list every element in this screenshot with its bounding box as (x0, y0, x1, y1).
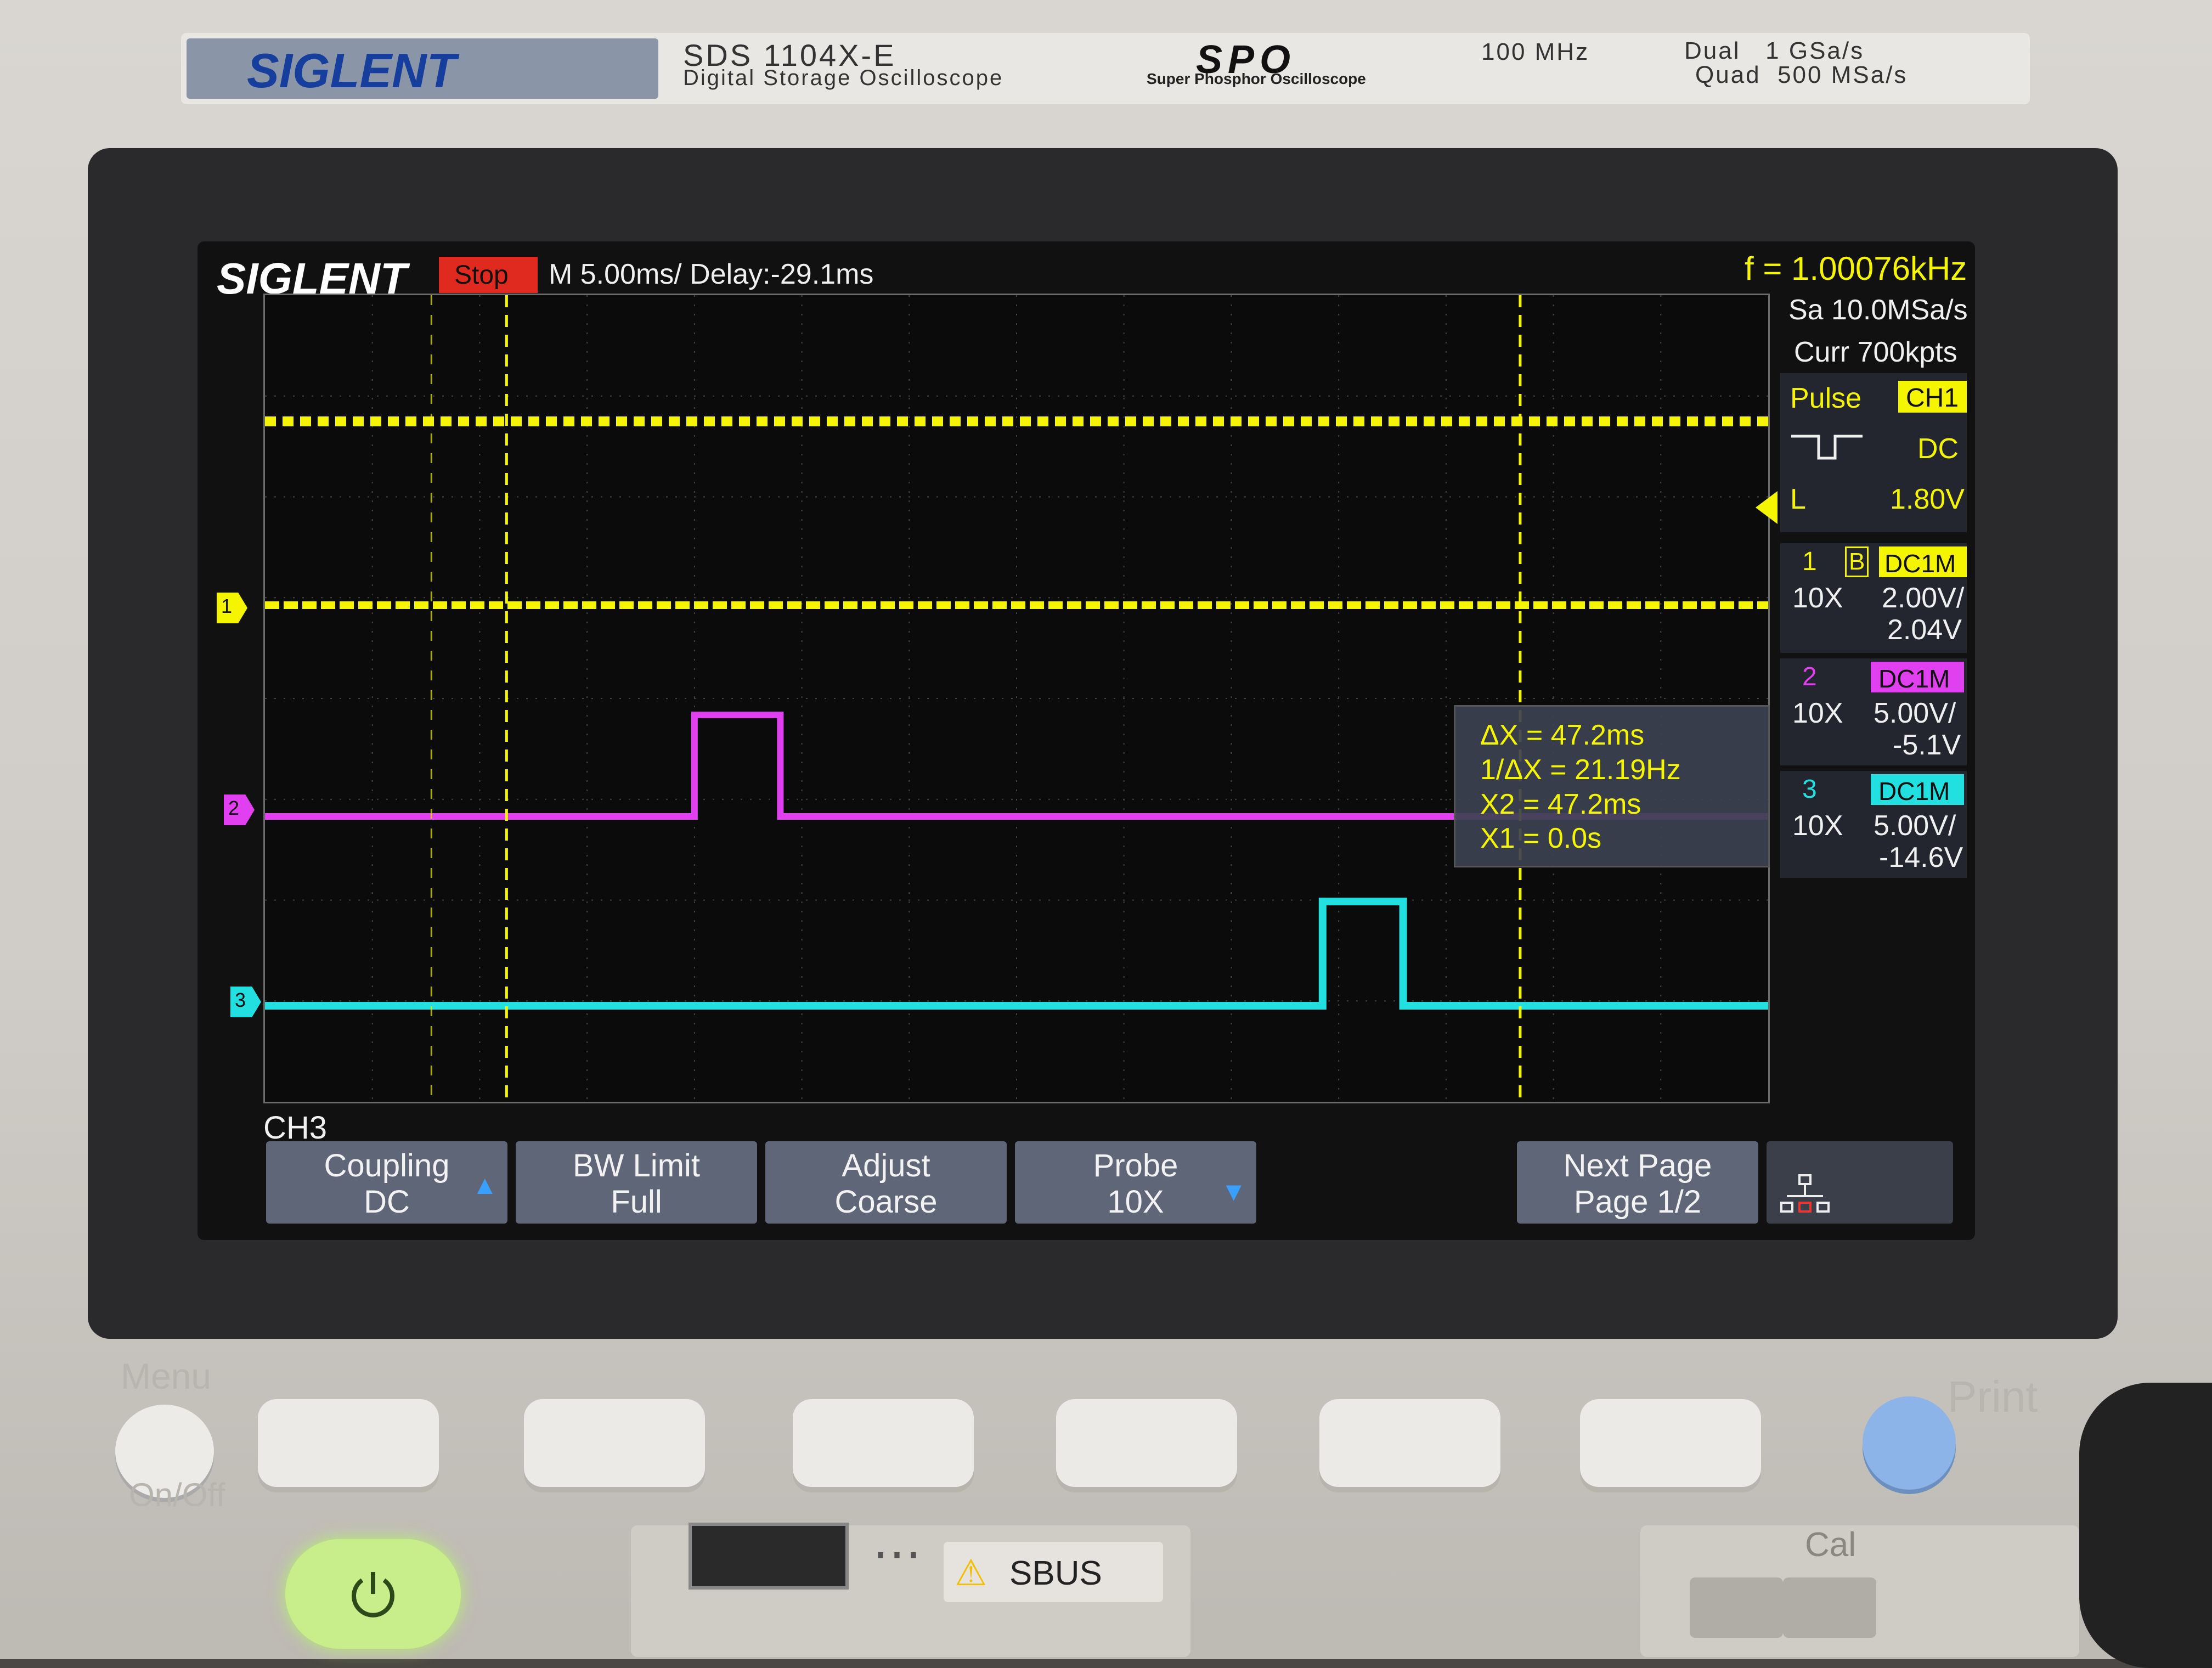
memory-depth-readout: Curr 700kpts (1794, 336, 1957, 368)
ch3-scale: 5.00V/ (1874, 810, 1956, 842)
softkey-coupling[interactable]: Coupling DC ▲ (266, 1141, 507, 1224)
softkey-button-1[interactable] (258, 1399, 439, 1487)
ch3-offset: -14.6V (1879, 842, 1963, 874)
ch1-probe: 10X (1792, 582, 1843, 614)
trigger-panel[interactable]: Pulse CH1 DC L 1.80V (1780, 373, 1967, 532)
sample-rate-quad: Quad 500 MSa/s (1695, 61, 1908, 88)
cursor-x2: X2 = 47.2ms (1480, 788, 1641, 820)
softkey-button-4[interactable] (1056, 1399, 1237, 1487)
trigger-type: Pulse (1790, 382, 1862, 414)
cursor-x1: X1 = 0.0s (1480, 822, 1602, 854)
trigger-source: CH1 (1906, 384, 1959, 413)
menu-label: Menu (121, 1356, 212, 1396)
softkey-coupling-label: Coupling (324, 1148, 450, 1184)
ch1-offset: 2.04V (1887, 614, 1962, 646)
softkey-bw-limit[interactable]: BW Limit Full (516, 1141, 757, 1224)
power-button[interactable] (285, 1539, 461, 1649)
sbus-port[interactable]: ⚠ SBUS (944, 1542, 1163, 1602)
menu-title: CH3 (263, 1110, 328, 1146)
softkey-probe-value: 10X (1107, 1184, 1164, 1220)
softkey-bw-limit-label: BW Limit (573, 1148, 700, 1184)
softkey-coupling-value: DC (364, 1184, 410, 1220)
softkey-next-page[interactable]: Next Page Page 1/2 (1517, 1141, 1758, 1224)
softkey-probe-label: Probe (1093, 1148, 1178, 1184)
adjust-knob[interactable] (2079, 1383, 2212, 1668)
arrow-down-icon: ▼ (1221, 1177, 1247, 1207)
waveform-grid (263, 294, 1770, 1103)
ch2-number: 2 (1802, 662, 1817, 691)
softkey-button-2[interactable] (524, 1399, 705, 1487)
softkey-button-5[interactable] (1319, 1399, 1500, 1487)
network-icon (1780, 1174, 1830, 1213)
ch3-coupling: DC1M (1878, 777, 1950, 805)
sbus-label: SBUS (1009, 1554, 1102, 1592)
power-icon (352, 1572, 394, 1618)
run-state-badge[interactable]: Stop (439, 257, 538, 293)
cursor-inverse-delta-x: 1/ΔX = 21.19Hz (1480, 754, 1681, 786)
ch1-coupling: DC1M (1884, 549, 1956, 578)
ch3-number: 3 (1802, 775, 1817, 804)
cursor-delta-x: ΔX = 47.2ms (1480, 719, 1645, 751)
negative-pulse-icon (1791, 435, 1863, 460)
ch1-scale: 2.00V/ (1882, 582, 1965, 614)
softkey-adjust[interactable]: Adjust Coarse (765, 1141, 1007, 1224)
network-status (1767, 1141, 1953, 1224)
print-label: Print (1948, 1372, 2038, 1421)
softkey-next-page-label: Next Page (1563, 1148, 1712, 1184)
ch3-probe: 10X (1792, 810, 1843, 842)
trigger-coupling: DC (1917, 433, 1959, 465)
timebase-readout: M 5.00ms/ Delay:-29.1ms (549, 258, 874, 290)
warning-icon: ⚠ (955, 1552, 988, 1593)
trigger-level-label: L (1790, 483, 1806, 515)
softkey-adjust-label: Adjust (842, 1148, 930, 1184)
frequency-readout: f = 1.00076kHz (1745, 250, 1967, 287)
softkey-button-6[interactable] (1580, 1399, 1761, 1487)
ch1-info-panel[interactable]: 1 B DC1M 10X 2.00V/ 2.04V (1780, 543, 1967, 653)
cal-terminal[interactable] (1783, 1577, 1876, 1638)
ch2-scale: 5.00V/ (1874, 697, 1956, 729)
trigger-level: 1.80V (1890, 483, 1965, 515)
arrow-up-icon: ▲ (472, 1171, 498, 1200)
softkey-button-3[interactable] (793, 1399, 974, 1487)
softkey-next-page-value: Page 1/2 (1573, 1184, 1702, 1220)
brand-badge: SIGLENT (187, 38, 658, 99)
brand-logo: SIGLENT (247, 43, 456, 98)
cursor-measurement-box: ΔX = 47.2ms 1/ΔX = 21.19Hz X2 = 47.2ms X… (1454, 705, 1770, 867)
ground-terminal[interactable] (1690, 1577, 1783, 1638)
waveform-display (265, 295, 1768, 1102)
ch2-info-panel[interactable]: 2 DC1M 10X 5.00V/ -5.1V (1780, 658, 1967, 765)
ch3-trace (265, 898, 1768, 1010)
model-description: Digital Storage Oscilloscope (683, 66, 1004, 90)
ch2-coupling: DC1M (1878, 664, 1950, 693)
bandwidth-label: 100 MHz (1481, 38, 1590, 65)
ch1-bw-flag: B (1845, 546, 1869, 577)
ch1-number: 1 (1802, 547, 1817, 576)
ch3-info-panel[interactable]: 3 DC1M 10X 5.00V/ -14.6V (1780, 771, 1967, 878)
run-state-label: Stop (454, 261, 509, 290)
trigger-level-marker[interactable] (1756, 491, 1778, 524)
sample-rate-dual: Dual 1 GSa/s (1684, 37, 1865, 64)
print-button[interactable] (1863, 1396, 1956, 1490)
usb-host-port[interactable] (689, 1523, 849, 1590)
cal-terminal-panel: Cal (1640, 1525, 2079, 1657)
ch2-offset: -5.1V (1893, 729, 1961, 761)
ch2-probe: 10X (1792, 697, 1843, 729)
softkey-probe[interactable]: Probe 10X ▼ (1015, 1141, 1256, 1224)
sample-rate-readout: Sa 10.0MSa/s (1788, 294, 1968, 326)
usb-icon: ⋯ (872, 1527, 922, 1582)
onoff-label: On/Off (129, 1477, 225, 1513)
softkey-adjust-value: Coarse (834, 1184, 938, 1220)
spo-description: Super Phosphor Oscilloscope (1147, 70, 1366, 87)
softkey-bw-limit-value: Full (611, 1184, 662, 1220)
cal-label: Cal (1805, 1526, 1857, 1564)
